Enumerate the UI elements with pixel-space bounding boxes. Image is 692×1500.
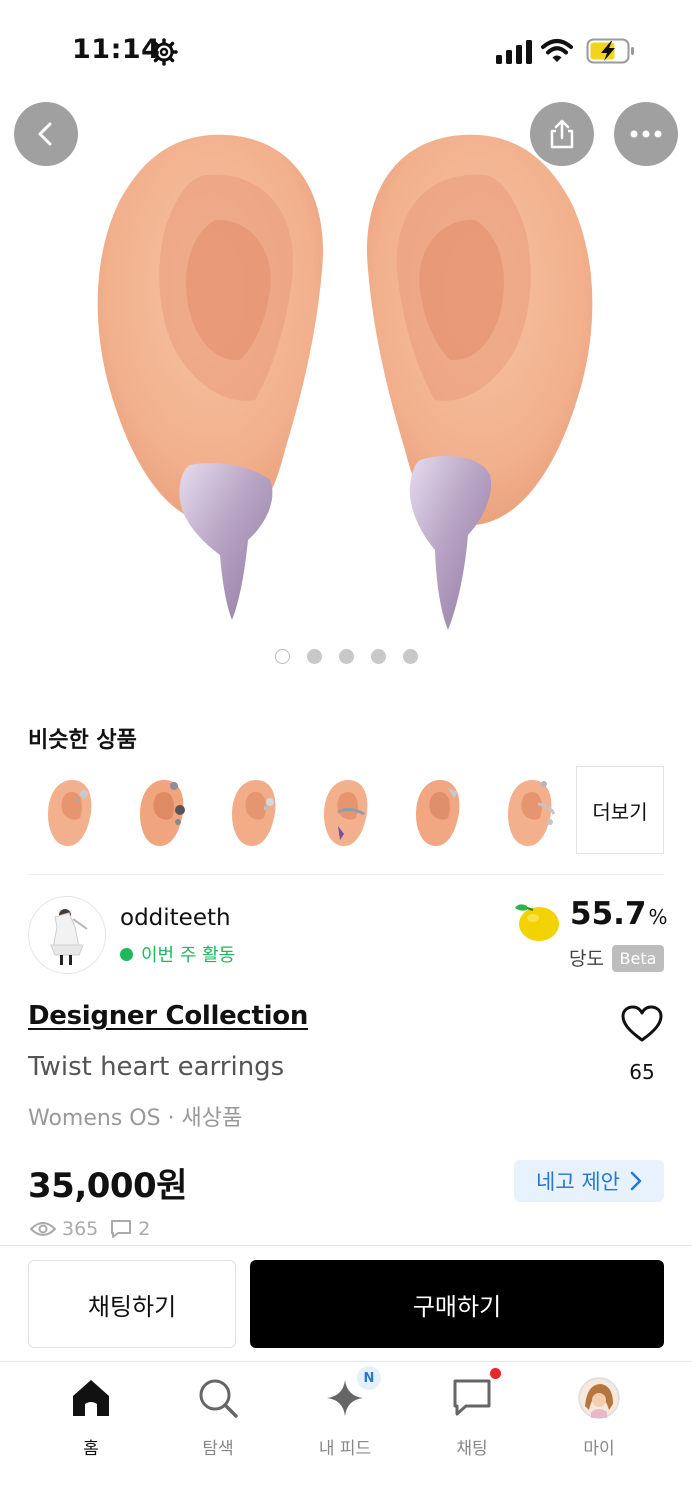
similar-product-thumbnail[interactable] (212, 770, 296, 854)
tab-label: 탐색 (202, 1439, 234, 1459)
activity-dot-icon (120, 947, 133, 961)
view-count: 365 (62, 1218, 99, 1240)
product-title: Twist heart earrings (28, 1052, 285, 1082)
offer-label: 네고 제안 (536, 1170, 620, 1194)
wifi-icon (541, 39, 573, 62)
tab-my-feed[interactable]: N 내 피드 (285, 1366, 405, 1459)
chevron-right-icon (630, 1171, 642, 1191)
seller-activity-status: 이번 주 활동 (120, 941, 235, 967)
make-offer-button[interactable]: 네고 제안 (514, 1160, 664, 1202)
share-button[interactable] (530, 102, 594, 166)
product-meta: Womens OS · 새상품 (28, 1106, 243, 1131)
search-icon (199, 1379, 238, 1418)
comment-icon (111, 1220, 132, 1238)
chat-icon-wrap (450, 1368, 501, 1420)
sparkle-icon-wrap: N (323, 1366, 381, 1420)
tab-explore[interactable]: 탐색 (158, 1376, 278, 1459)
like-count: 65 (629, 1060, 655, 1084)
buy-button[interactable]: 구매하기 (250, 1260, 664, 1348)
pagination-dot[interactable] (339, 649, 354, 664)
pagination-dot[interactable] (403, 649, 418, 664)
comment-count: 2 (138, 1218, 151, 1240)
sweetness-unit: % (648, 905, 668, 929)
sweetness-value: 55.7 (570, 896, 647, 932)
heart-like-icon[interactable] (620, 1004, 664, 1044)
seller-avatar-image (50, 909, 88, 965)
similar-product-thumbnail[interactable] (304, 770, 388, 854)
chat-button[interactable]: 채팅하기 (28, 1260, 236, 1348)
pagination-dot[interactable] (371, 649, 386, 664)
share-icon (550, 119, 574, 149)
tab-my[interactable]: 마이 (539, 1376, 659, 1459)
back-button[interactable] (14, 102, 78, 166)
product-price: 35,000원 (28, 1166, 187, 1206)
tab-label: 홈 (83, 1439, 99, 1459)
battery-charging-icon (586, 38, 634, 64)
more-dots-icon (630, 130, 662, 138)
activity-label: 이번 주 활동 (141, 945, 236, 966)
tab-chat[interactable]: 채팅 (412, 1368, 532, 1459)
profile-avatar-icon (578, 1377, 620, 1419)
similar-products-row: 더보기 (28, 766, 668, 854)
gallery-pagination (275, 649, 418, 664)
chevron-left-icon (38, 122, 52, 146)
bottom-tab-bar: 홈 탐색 N 내 피드 채팅 마이 (0, 1361, 692, 1500)
product-stats: 365 2 (30, 1218, 150, 1240)
more-options-button[interactable] (614, 102, 678, 166)
status-time: 11:14 (72, 34, 161, 65)
pagination-dot[interactable] (275, 649, 290, 664)
sweetness-score: 55.7% (570, 896, 668, 932)
new-badge: N (357, 1366, 381, 1390)
tab-label: 마이 (583, 1439, 615, 1459)
brand-link[interactable]: Designer Collection (28, 1001, 308, 1031)
eye-icon (30, 1222, 56, 1236)
divider (28, 874, 664, 875)
similar-product-thumbnail[interactable] (396, 770, 480, 854)
similar-products-title: 비슷한 상품 (28, 728, 137, 753)
purchase-action-bar: 채팅하기 구매하기 (0, 1245, 692, 1361)
seller-name[interactable]: odditeeth (120, 905, 231, 931)
see-more-button[interactable]: 더보기 (576, 766, 664, 854)
home-icon (73, 1380, 109, 1416)
similar-product-thumbnail[interactable] (488, 770, 572, 854)
similar-product-thumbnail[interactable] (28, 770, 112, 854)
cellular-signal-icon (496, 40, 532, 64)
status-bar: 11:14 (0, 0, 692, 100)
beta-badge: Beta (612, 945, 664, 972)
seller-avatar[interactable] (28, 896, 106, 974)
notification-dot (490, 1368, 501, 1379)
sweetness-label: 당도 (569, 948, 604, 970)
settings-gear-icon (150, 38, 178, 66)
tab-home[interactable]: 홈 (31, 1376, 151, 1459)
chat-icon (453, 1379, 491, 1416)
pagination-dot[interactable] (307, 649, 322, 664)
product-main-image[interactable] (0, 100, 692, 640)
tab-label: 채팅 (456, 1439, 488, 1459)
tab-label: 내 피드 (318, 1439, 372, 1459)
similar-product-thumbnail[interactable] (120, 770, 204, 854)
lemon-sweetness-icon (515, 904, 559, 941)
